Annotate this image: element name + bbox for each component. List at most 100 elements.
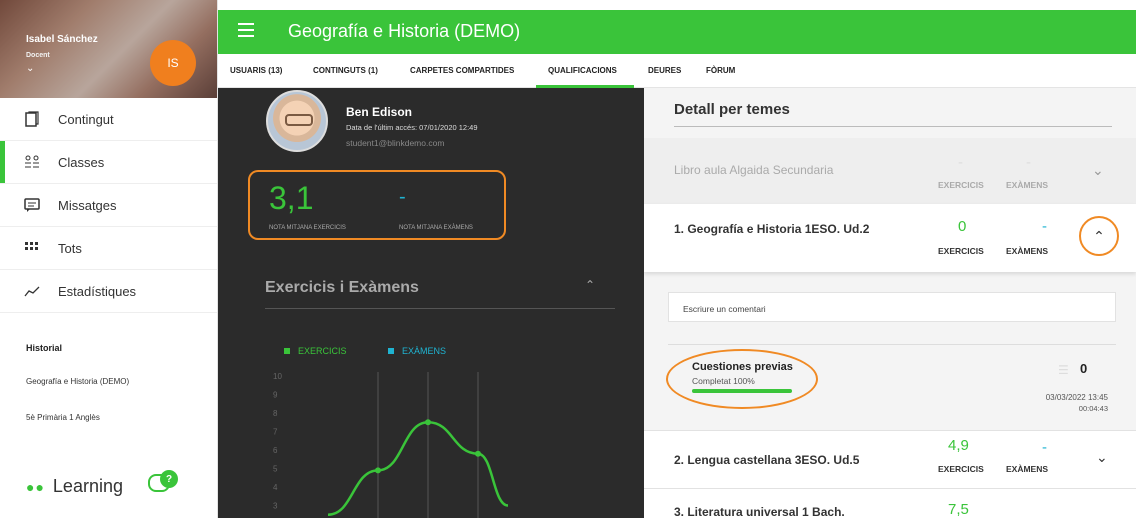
topic-row[interactable]: 2. Lengua castellana 3ESO. Ud.5 4,9 - EX… [644,430,1136,488]
exercises-label: EXERCICIS [938,180,984,190]
sidebar-item-label: Contingut [58,111,114,127]
y-tick-label: 6 [273,446,278,455]
user-role: Docent [26,52,50,59]
book-icon [22,111,42,127]
exercises-label: EXERCICIS [938,464,984,474]
tab-continguts[interactable]: CONTINGUTS (1) [313,66,378,75]
chevron-up-icon[interactable]: ⌃ [585,278,595,292]
y-tick-label: 3 [273,502,278,511]
exams-value: - [1026,154,1031,171]
topic-title: 3. Literatura universal 1 Bach. [674,505,845,518]
history-title: Historial [26,343,63,353]
topic-row[interactable]: Libro aula Algaida Secundaria - - EXERCI… [644,138,1136,204]
student-avatar [266,90,328,152]
topic-title: 1. Geografía e Historia 1ESO. Ud.2 [674,222,870,236]
sidebar-item-label: Classes [58,154,105,170]
exercise-date: 03/03/2022 13:45 [1045,393,1108,402]
logo-dots-icon: ●● [26,478,45,495]
exercises-value: 0 [958,218,967,235]
exams-value: - [1042,218,1047,235]
chevron-down-icon[interactable]: ⌄ [1096,449,1108,466]
help-chat-button[interactable]: ? [148,470,182,496]
exercise-duration: 00:04:43 [1078,404,1108,413]
topic-row[interactable]: 1. Geografía e Historia 1ESO. Ud.2 0 - E… [644,204,1136,272]
y-tick-label: 9 [273,391,278,400]
sidebar: Isabel Sánchez Docent ⌄ IS Contingut Cla… [0,0,218,518]
legend-swatch [284,348,290,354]
sidebar-item-label: Tots [58,240,82,256]
y-tick-label: 8 [273,409,278,418]
exercise-status: Completat 100% [692,376,755,386]
tab-deures[interactable]: DEURES [648,66,681,75]
exercises-value: 7,5 [948,501,969,518]
sidebar-item-missatges[interactable]: Missatges [0,184,217,227]
grid-icon [22,242,42,254]
people-icon [22,155,42,169]
chevron-down-icon[interactable]: ⌄ [1092,162,1104,179]
divider [265,308,615,309]
chevron-down-icon[interactable]: ⌄ [26,63,34,74]
data-point[interactable] [425,419,431,426]
exams-label: EXÀMENS [1006,464,1049,474]
legend-label: EXÀMENS [402,346,447,356]
y-tick-label: 4 [273,483,278,492]
exercises-label: EXERCICIS [938,246,984,256]
top-strip [218,0,1136,10]
chart-icon [22,285,42,297]
avg-exercises-value: 3,1 [269,180,314,216]
sidebar-item-estadistiques[interactable]: Estadístiques [0,270,217,313]
message-icon [22,198,42,212]
brand-label: Learning [52,476,123,496]
divider [674,126,1112,127]
profile-header[interactable]: Isabel Sánchez Docent ⌄ IS [0,0,217,98]
page-title: Geografía e Historia (DEMO) [288,21,521,41]
legend-exercicis: EXERCICIS [284,346,347,356]
sidebar-item-tots[interactable]: Tots [0,227,217,270]
comments-icon[interactable]: ☰ [1058,363,1069,377]
y-tick-label: 10 [273,372,282,381]
exercises-value: 4,9 [948,437,969,454]
exams-value: - [1042,439,1047,456]
data-point[interactable] [475,450,481,457]
y-tick-label: 7 [273,428,278,437]
sidebar-item-contingut[interactable]: Contingut [0,98,217,141]
progress-fill [692,389,792,393]
chart-section-title: Exercicis i Exàmens [265,279,419,296]
sidebar-item-classes[interactable]: Classes [0,141,217,184]
data-point[interactable] [375,467,381,474]
avg-exams-label: NOTA MITJANA EXÀMENS [399,225,473,231]
avatar[interactable]: IS [150,40,196,86]
legend-label: EXERCICIS [298,346,347,356]
exercise-item[interactable]: Cuestiones previas Completat 100% ☰ 0 03… [666,344,1116,416]
chevron-up-icon[interactable]: ⌃ [1079,216,1119,256]
student-email: student1@blinkdemo.com [346,138,445,148]
legend-swatch [388,348,394,354]
student-name: Ben Edison [346,105,413,119]
detail-title: Detall per temes [674,101,790,118]
topic-title: Libro aula Algaida Secundaria [674,163,834,177]
comment-input[interactable]: Escriure un comentari [668,292,1116,322]
sidebar-item-label: Missatges [58,197,117,213]
exams-label: EXÀMENS [1006,180,1049,190]
tab-qualificacions[interactable]: QUALIFICACIONS [548,66,617,75]
brand-logo: ●● Learning [26,476,123,497]
tab-carpetes[interactable]: CARPETES COMPARTIDES [410,66,514,75]
menu-icon[interactable] [238,23,254,37]
user-name: Isabel Sánchez [26,34,98,45]
exercise-name: Cuestiones previas [692,361,793,373]
tab-bar: USUARIS (13) CONTINGUTS (1) CARPETES COM… [218,54,1136,88]
sidebar-item-label: Estadístiques [58,283,137,299]
exams-label: EXÀMENS [1006,246,1049,256]
detail-panel: Detall per temes Libro aula Algaida Secu… [644,88,1136,518]
tab-usuaris[interactable]: USUARIS (13) [230,66,282,75]
avg-exams-value: - [399,186,406,208]
history-item[interactable]: 5è Primària 1 Anglès [26,413,100,422]
history-item[interactable]: Geografía e Historia (DEMO) [26,377,129,386]
exercises-value: - [958,154,963,171]
topic-title: 2. Lengua castellana 3ESO. Ud.5 [674,453,860,467]
series-line-exercicis [327,420,509,516]
grades-chart: 10 9 8 7 6 5 4 3 [273,372,509,518]
topic-row[interactable]: 3. Literatura universal 1 Bach. 7,5 [644,488,1136,518]
comment-placeholder: Escriure un comentari [683,304,766,314]
tab-forum[interactable]: FÒRUM [706,66,735,75]
